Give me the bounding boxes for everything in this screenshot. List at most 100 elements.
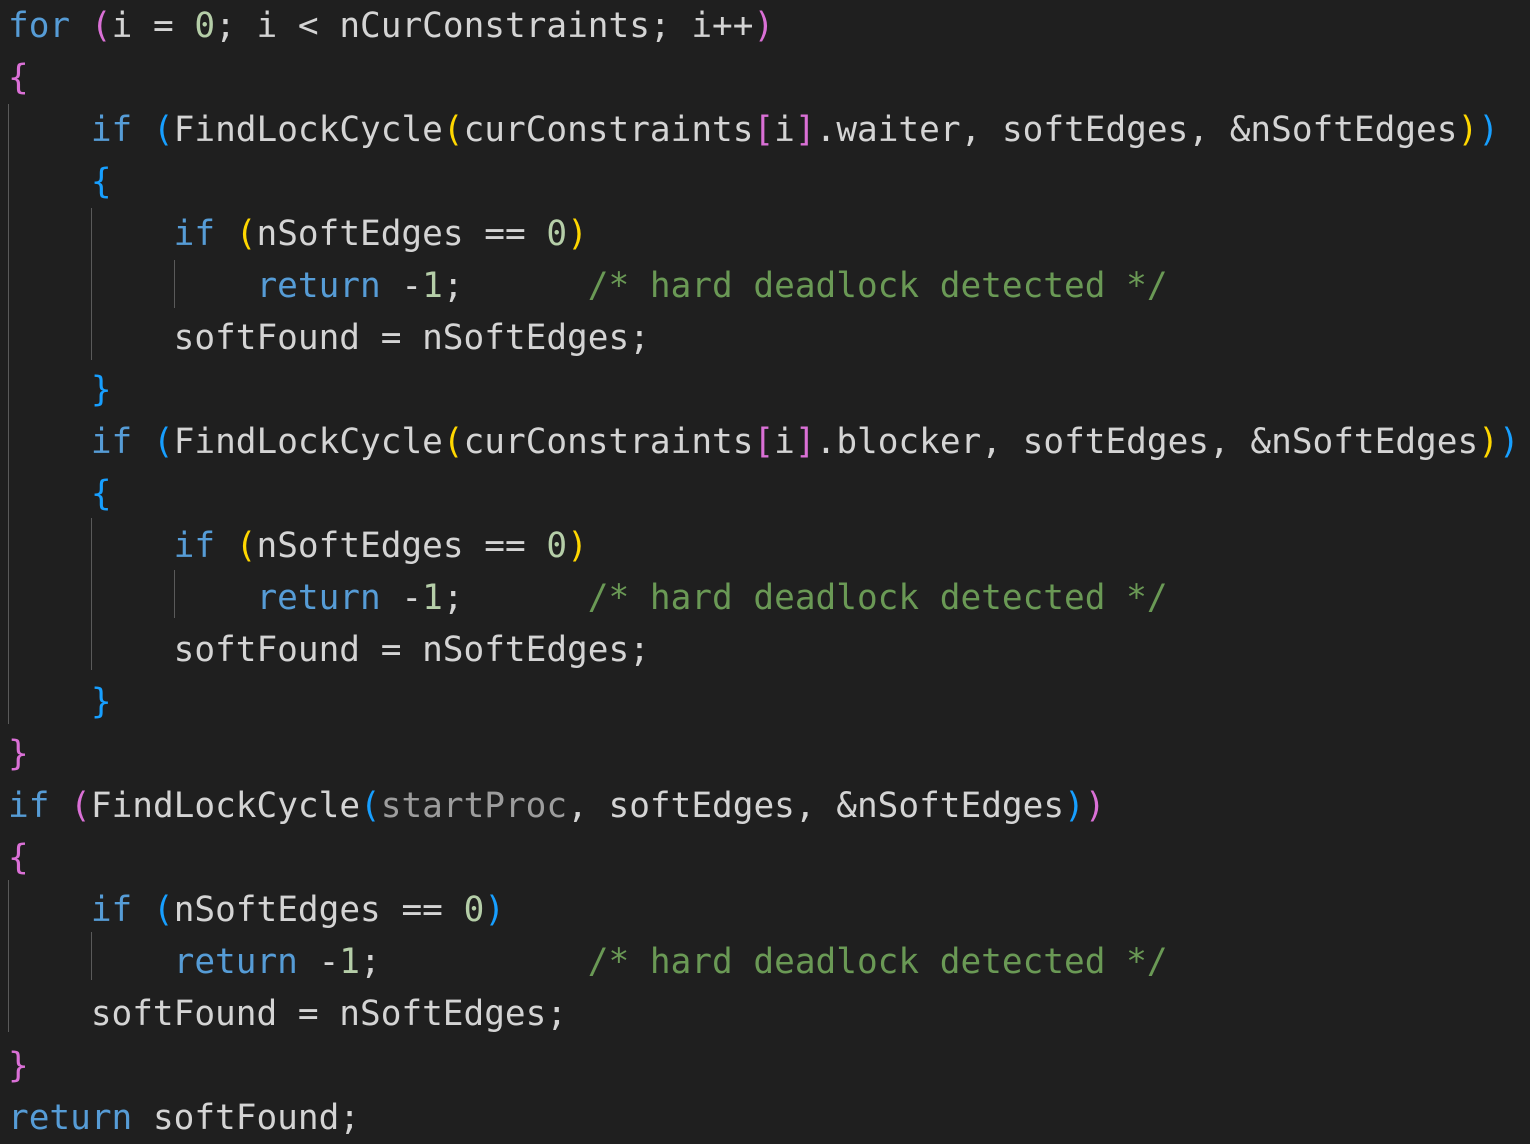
code-line[interactable]: if (nSoftEdges == 0) <box>8 884 505 936</box>
code-token: 1 <box>422 578 443 618</box>
code-token: i = <box>111 6 195 46</box>
code-token: ] <box>794 422 816 462</box>
code-token: { <box>8 58 29 98</box>
code-line[interactable]: for (i = 0; i < nCurConstraints; i++) <box>8 0 774 52</box>
code-token: ) <box>484 890 505 930</box>
code-token: nSoftEdges == <box>256 526 547 566</box>
code-token: ) <box>1064 786 1085 826</box>
code-line[interactable]: return softFound; <box>8 1092 360 1144</box>
code-token: if <box>90 110 133 150</box>
code-token: ) <box>1498 422 1520 462</box>
code-line[interactable]: { <box>8 52 29 104</box>
code-token: for <box>8 6 71 46</box>
code-line[interactable]: softFound = nSoftEdges; <box>8 988 567 1040</box>
code-line[interactable]: if (nSoftEdges == 0) <box>8 520 588 572</box>
code-token: .blocker, softEdges, &nSoftEdges <box>815 422 1479 462</box>
code-editor[interactable]: for (i = 0; i < nCurConstraints; i++){ i… <box>0 0 1530 1144</box>
code-line[interactable]: if (FindLockCycle(startProc, softEdges, … <box>8 780 1105 832</box>
code-token: ; <box>442 266 588 306</box>
code-token: ( <box>235 526 257 566</box>
code-token: nSoftEdges == <box>173 890 464 930</box>
code-line[interactable]: } <box>8 676 112 728</box>
code-token: ) <box>567 526 588 566</box>
code-line[interactable]: softFound = nSoftEdges; <box>8 312 650 364</box>
code-token: ) <box>1478 422 1499 462</box>
code-line[interactable]: return -1; /* hard deadlock detected */ <box>8 260 1168 312</box>
code-line[interactable]: } <box>8 1040 29 1092</box>
code-token: ; <box>442 578 588 618</box>
code-token: { <box>90 162 112 202</box>
code-token: ) <box>1478 110 1499 150</box>
code-token: - <box>297 942 340 982</box>
code-line[interactable]: } <box>8 364 112 416</box>
code-token: softFound = nSoftEdges; <box>8 994 568 1034</box>
code-token: if <box>173 526 216 566</box>
code-token: } <box>8 734 29 774</box>
code-token: softFound = nSoftEdges; <box>8 318 650 358</box>
code-line[interactable]: if (FindLockCycle(curConstraints[i].bloc… <box>8 416 1520 468</box>
code-line[interactable]: return -1; /* hard deadlock detected */ <box>8 936 1168 988</box>
code-token: } <box>90 682 112 722</box>
code-token: ( <box>90 6 112 46</box>
code-token: .waiter, softEdges, &nSoftEdges <box>815 110 1458 150</box>
code-token: - <box>380 266 423 306</box>
code-token: } <box>90 370 112 410</box>
code-line[interactable]: if (nSoftEdges == 0) <box>8 208 588 260</box>
code-token: ) <box>1457 110 1479 150</box>
code-token: ; i < nCurConstraints; i++ <box>215 6 754 46</box>
code-token: ) <box>1084 786 1106 826</box>
code-line[interactable]: softFound = nSoftEdges; <box>8 624 650 676</box>
code-line[interactable]: { <box>8 468 112 520</box>
code-token: ( <box>152 890 174 930</box>
code-token: i <box>774 422 795 462</box>
code-token: ) <box>753 6 775 46</box>
code-token: ( <box>152 110 174 150</box>
code-token: curConstraints <box>463 422 754 462</box>
code-token: if <box>90 890 133 930</box>
code-token: softFound; <box>132 1098 360 1138</box>
code-line[interactable]: } <box>8 728 29 780</box>
code-token: ( <box>152 422 174 462</box>
code-token: /* hard deadlock detected */ <box>587 578 1168 618</box>
code-token: - <box>380 578 423 618</box>
code-token: FindLockCycle <box>90 786 361 826</box>
code-token: ( <box>70 786 91 826</box>
code-token: 1 <box>339 942 361 982</box>
code-token: softFound = nSoftEdges; <box>8 630 650 670</box>
code-token: 0 <box>546 526 568 566</box>
code-token: 0 <box>463 890 485 930</box>
code-token: return <box>256 578 381 618</box>
code-token: if <box>173 214 216 254</box>
code-token: ( <box>360 786 381 826</box>
code-token: /* hard deadlock detected */ <box>587 942 1168 982</box>
code-token: nSoftEdges == <box>256 214 547 254</box>
code-line[interactable]: { <box>8 832 29 884</box>
code-line[interactable]: { <box>8 156 112 208</box>
code-token: /* hard deadlock detected */ <box>587 266 1168 306</box>
code-token: startProc <box>380 786 568 826</box>
code-token: [ <box>753 110 775 150</box>
code-token: return <box>8 1098 133 1138</box>
code-line[interactable]: if (FindLockCycle(curConstraints[i].wait… <box>8 104 1499 156</box>
code-token: ; <box>360 942 588 982</box>
code-line[interactable]: return -1; /* hard deadlock detected */ <box>8 572 1168 624</box>
code-token: FindLockCycle <box>173 110 443 150</box>
